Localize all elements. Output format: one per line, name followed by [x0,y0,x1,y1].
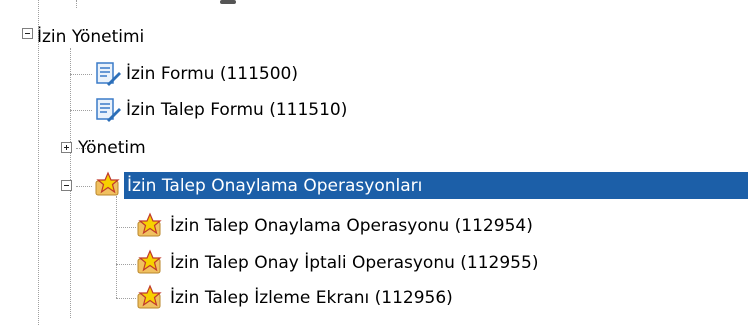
tree-node-label: İzin Talep Onaylama Operasyonları [127,176,423,196]
collapse-icon[interactable] [22,28,33,39]
tree-node-label: Yönetim [78,138,146,158]
tree-connector [116,196,117,298]
collapse-icon[interactable] [61,180,72,191]
tree-node-label: İzin Talep Formu (111510) [126,100,348,120]
tree-node-label: İzin Yönetimi [37,27,145,47]
star-folder-icon [95,171,120,196]
tree-connector [76,186,92,187]
tree-connector [116,227,136,228]
tree-node-label: İzin Talep İzleme Ekranı (112956) [170,288,453,308]
partial-item-fragment [220,0,236,4]
expand-icon[interactable] [61,142,72,153]
tree-connector [76,0,77,8]
star-folder-icon [137,249,162,274]
tree-view[interactable]: İzin Yönetimi İzin Formu (111500) İzin T… [0,0,748,325]
tree-connector [70,110,92,111]
tree-connector [38,0,39,325]
star-folder-icon [137,284,162,309]
tree-connector [116,264,136,265]
tree-connector [116,298,136,299]
star-folder-icon [137,212,162,237]
form-edit-icon [96,98,121,122]
tree-node-label: İzin Talep Onaylama Operasyonu (112954) [170,216,533,236]
tree-node-label: İzin Talep Onay İptali Operasyonu (11295… [170,253,539,273]
form-edit-icon [96,62,121,86]
tree-connector [70,74,92,75]
tree-node-label: İzin Formu (111500) [126,64,299,84]
